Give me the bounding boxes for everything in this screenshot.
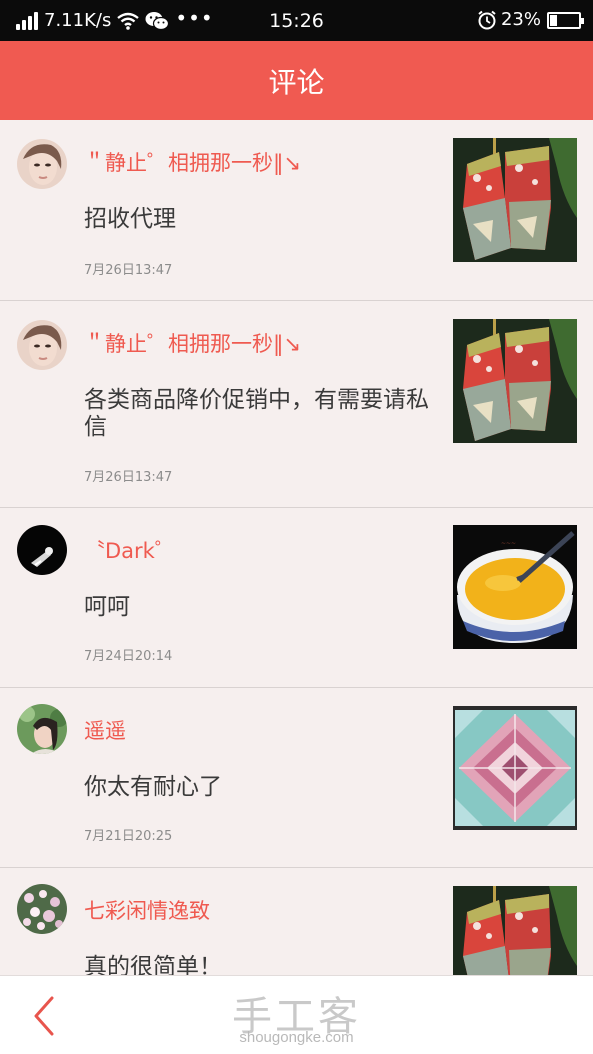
watermark-url: shougongke.com bbox=[239, 1029, 354, 1046]
product-thumbnail[interactable] bbox=[453, 319, 577, 443]
oven-mitt-image bbox=[453, 319, 577, 443]
product-thumbnail[interactable]: ~~~ bbox=[453, 525, 577, 649]
bottom-bar: 手工客 shougongke.com bbox=[0, 975, 593, 1054]
comment-text: 呵呵 bbox=[84, 594, 130, 620]
avatar[interactable] bbox=[17, 320, 67, 370]
avatar[interactable] bbox=[17, 139, 67, 189]
product-thumbnail[interactable] bbox=[453, 886, 577, 975]
oven-mitt-image bbox=[453, 138, 577, 262]
alarm-icon bbox=[478, 10, 496, 30]
comment-author[interactable]: 〝Dark゜ bbox=[84, 535, 176, 565]
avatar-image bbox=[17, 320, 67, 370]
svg-text:~~~: ~~~ bbox=[501, 540, 516, 547]
comment-time: 7月26日13:47 bbox=[84, 263, 173, 278]
comment-time: 7月24日20:14 bbox=[84, 649, 173, 664]
list-item[interactable]: 七彩闲情逸致 真的很简单！ bbox=[0, 868, 593, 975]
comment-time: 7月26日13:47 bbox=[84, 470, 173, 485]
avatar[interactable] bbox=[17, 525, 67, 575]
page-title: 评论 bbox=[268, 65, 325, 99]
comment-author[interactable]: 遥遥 bbox=[84, 715, 126, 745]
battery-icon bbox=[547, 11, 584, 29]
comment-text: 真的很简单！ bbox=[84, 954, 222, 975]
avatar[interactable] bbox=[17, 884, 67, 934]
page-header: 评论 bbox=[0, 41, 593, 120]
avatar[interactable] bbox=[17, 704, 67, 754]
quilt-image bbox=[453, 706, 577, 830]
list-item[interactable]: 遥遥 你太有耐心了 7月21日20:25 bbox=[0, 688, 593, 868]
comment-list[interactable]: ＂静止゜相拥那一秒‖↘ 招收代理 7月26日13:47 ＂静止゜相拥那一秒‖↘ … bbox=[0, 120, 593, 975]
comment-author[interactable]: 七彩闲情逸致 bbox=[84, 895, 210, 925]
avatar-image bbox=[17, 884, 67, 934]
comment-text: 招收代理 bbox=[84, 206, 176, 232]
product-thumbnail[interactable] bbox=[453, 138, 577, 262]
status-right: 23% bbox=[477, 9, 584, 31]
soup-bowl-image: ~~~ bbox=[453, 525, 577, 649]
battery-percent: 23% bbox=[500, 9, 541, 30]
comment-text: 各类商品降价促销中，有需要请私信 bbox=[84, 387, 429, 440]
oven-mitt-image bbox=[453, 886, 577, 975]
comment-time: 7月21日20:25 bbox=[84, 829, 173, 844]
list-item[interactable]: 〝Dark゜ 呵呵 7月24日20:14 ~~~ bbox=[0, 508, 593, 688]
status-bar: 7.11K/s ••• 15:26 23% bbox=[0, 0, 593, 41]
comment-text: 你太有耐心了 bbox=[84, 774, 222, 800]
comment-author[interactable]: ＂静止゜相拥那一秒‖↘ bbox=[84, 147, 301, 177]
list-item[interactable]: ＂静止゜相拥那一秒‖↘ 招收代理 7月26日13:47 bbox=[0, 120, 593, 301]
avatar-image bbox=[17, 704, 67, 754]
product-thumbnail[interactable] bbox=[453, 706, 577, 830]
battery-fill bbox=[550, 14, 557, 26]
avatar-image bbox=[17, 525, 67, 575]
list-item[interactable]: ＂静止゜相拥那一秒‖↘ 各类商品降价促销中，有需要请私信 7月26日13:47 bbox=[0, 301, 593, 508]
comment-author[interactable]: ＂静止゜相拥那一秒‖↘ bbox=[84, 328, 301, 358]
avatar-image bbox=[17, 139, 67, 189]
